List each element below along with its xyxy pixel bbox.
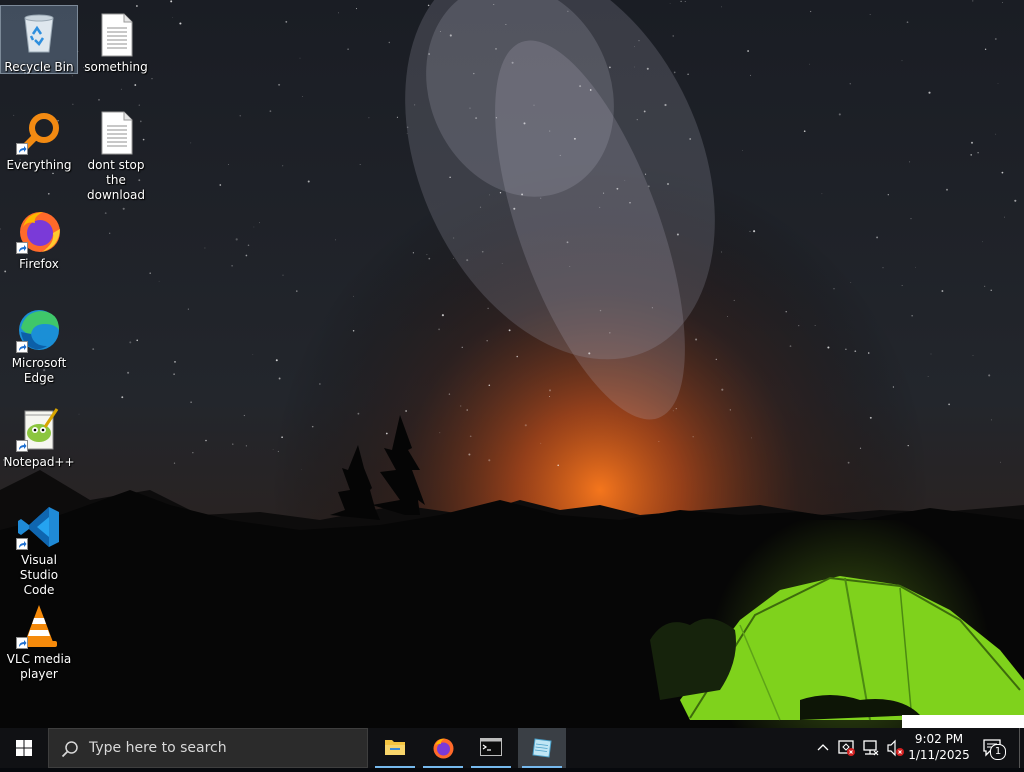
- clock-time: 9:02 PM: [914, 732, 964, 746]
- terminal-icon: [480, 738, 502, 756]
- shortcut-arrow-icon: [16, 242, 28, 254]
- text-file-icon: [92, 108, 140, 156]
- shortcut-arrow-icon: [16, 143, 28, 155]
- taskbar-app-firefox[interactable]: [419, 728, 467, 768]
- tray-security-icon[interactable]: [836, 728, 858, 768]
- desktop-icon-dont-stop-the-download[interactable]: dont stop the download: [78, 104, 154, 203]
- shield-warning-icon: [838, 740, 855, 756]
- action-center-button[interactable]: 1: [978, 728, 1008, 768]
- search-placeholder: Type here to search: [89, 740, 227, 756]
- taskbar-app-file-explorer[interactable]: [371, 728, 419, 768]
- taskbar-app-command-prompt[interactable]: [467, 728, 515, 768]
- shortcut-arrow-icon: [16, 341, 28, 353]
- desktop-icon-something[interactable]: something: [78, 6, 154, 75]
- taskbar-clock[interactable]: 9:02 PM 1/11/2025: [906, 731, 972, 763]
- tray-network-icon[interactable]: [860, 728, 882, 768]
- network-disconnected-icon: [863, 740, 879, 756]
- chevron-up-icon: [817, 744, 829, 751]
- taskbar-app-notepad[interactable]: [518, 728, 566, 768]
- desktop-icon-visual-studio-code[interactable]: Visual Studio Code: [1, 499, 77, 598]
- start-button[interactable]: [0, 728, 48, 768]
- folder-icon: [385, 740, 405, 755]
- notepad-plus-plus-icon: [15, 405, 63, 453]
- search-icon: [61, 741, 78, 758]
- tray-volume-icon[interactable]: [884, 728, 906, 768]
- desktop-icon-notepad-plus-plus[interactable]: Notepad++: [1, 401, 77, 470]
- vlc-icon: [15, 602, 63, 650]
- desktop-icon-vlc-media-player[interactable]: VLC media player: [1, 598, 77, 682]
- recycle-bin-label: Recycle Bin: [4, 60, 74, 74]
- notification-count-badge: 1: [990, 744, 1006, 760]
- vscode-icon: [15, 503, 63, 551]
- desktop-icon-microsoft-edge[interactable]: Microsoft Edge: [1, 302, 77, 386]
- show-desktop-button[interactable]: [1019, 728, 1024, 768]
- clock-date: 1/11/2025: [908, 748, 970, 762]
- windows-logo-icon: [16, 740, 32, 756]
- everything-search-icon: [15, 108, 63, 156]
- everything-label: Everything: [6, 158, 72, 172]
- notepad-icon: [532, 738, 552, 758]
- tray-overflow-button[interactable]: [812, 728, 834, 768]
- edge-icon: [15, 306, 63, 354]
- text-file-icon: [92, 10, 140, 58]
- firefox-label: Firefox: [19, 257, 59, 271]
- firefox-icon: [15, 207, 63, 255]
- volume-muted-icon: [887, 739, 904, 757]
- shortcut-arrow-icon: [16, 440, 28, 452]
- vlc-media-player-label: VLC media player: [6, 652, 72, 681]
- microsoft-edge-label: Microsoft Edge: [11, 356, 67, 385]
- notepad-plus-plus-label: Notepad++: [3, 455, 75, 469]
- tray-popup-fragment: [902, 715, 1024, 728]
- recycle-bin-icon: [15, 10, 63, 58]
- desktop-icon-recycle-bin[interactable]: Recycle Bin: [0, 5, 78, 74]
- firefox-icon: [433, 738, 454, 759]
- taskbar-search-box[interactable]: Type here to search: [48, 728, 368, 768]
- dont-stop-the-download-label: dont stop the download: [86, 158, 146, 202]
- taskbar: Type here to search 9:02 PM 1/11/2025 1: [0, 728, 1024, 768]
- desktop-icon-firefox[interactable]: Firefox: [1, 203, 77, 272]
- shortcut-arrow-icon: [16, 538, 28, 550]
- visual-studio-code-label: Visual Studio Code: [19, 553, 59, 597]
- desktop-icon-everything[interactable]: Everything: [1, 104, 77, 173]
- something-file-label: something: [84, 60, 148, 74]
- shortcut-arrow-icon: [16, 637, 28, 649]
